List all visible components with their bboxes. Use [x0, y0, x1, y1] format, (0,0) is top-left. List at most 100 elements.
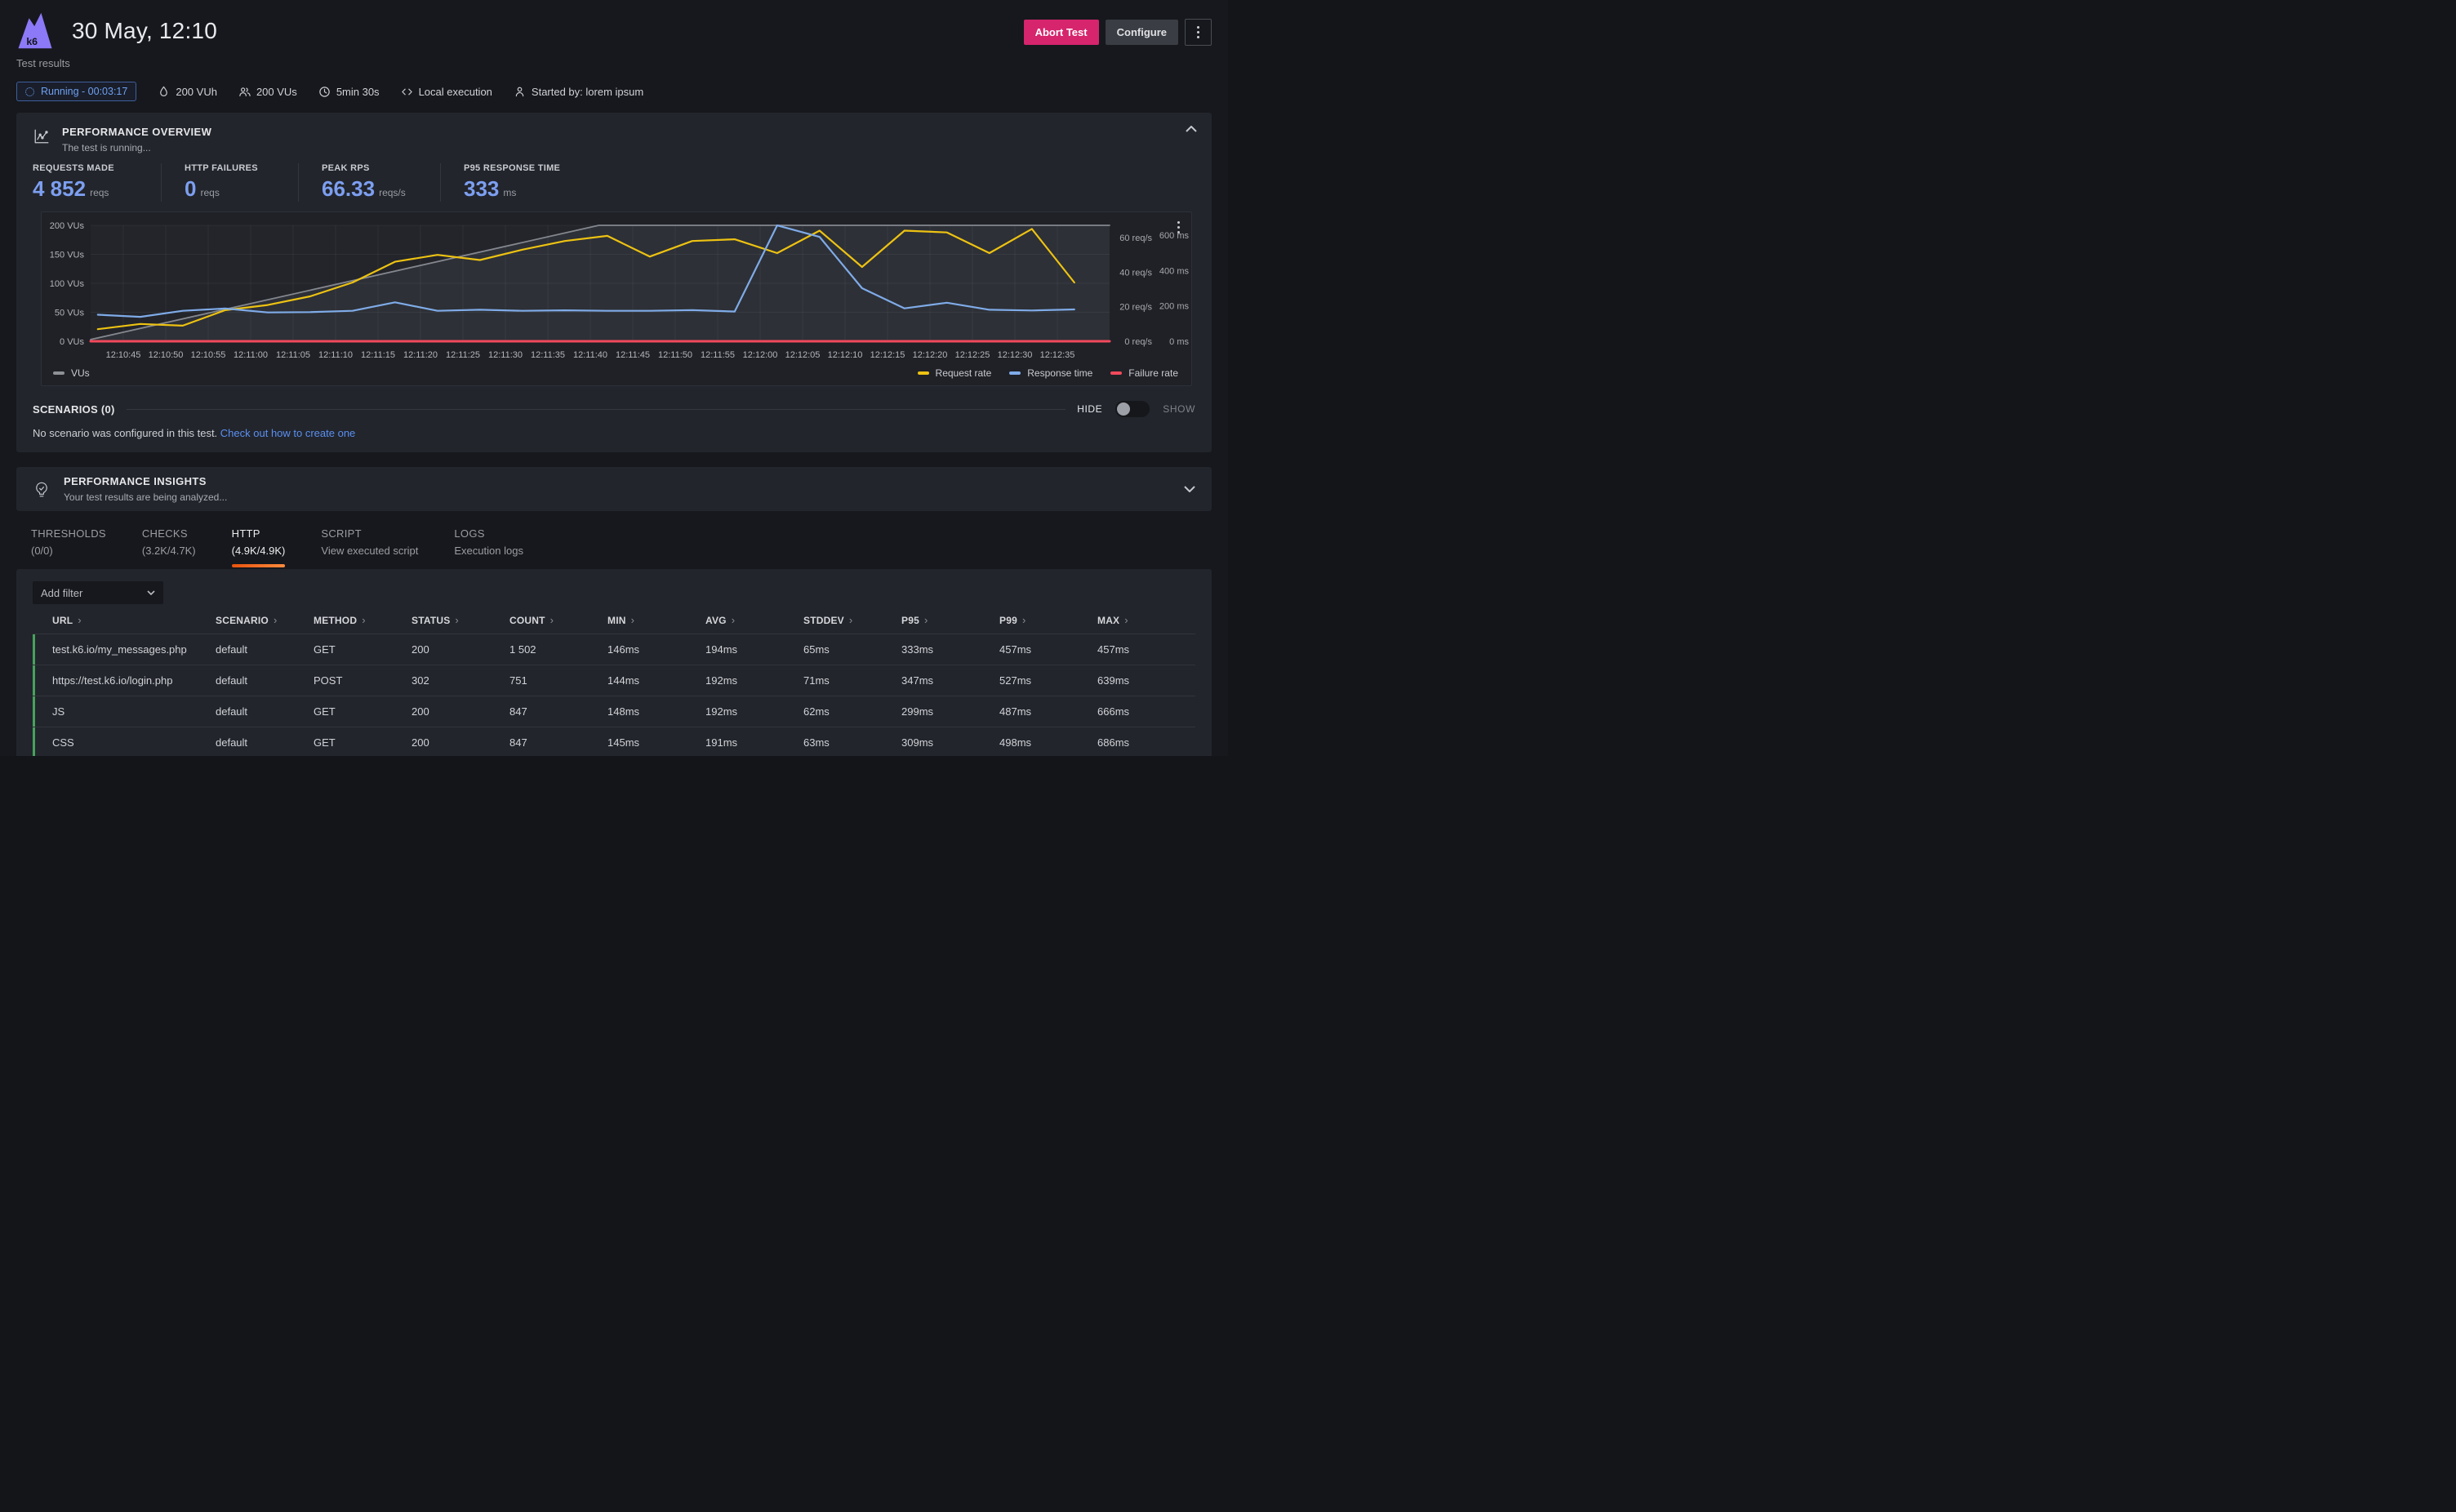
sort-chevron-icon: › [455, 614, 459, 626]
insights-subtitle: Your test results are being analyzed... [64, 491, 227, 503]
spinner-icon [25, 87, 34, 96]
chevron-down-icon [147, 590, 155, 595]
legend-swatch [918, 371, 929, 375]
sort-chevron-icon: › [274, 614, 278, 626]
tab-underline [232, 564, 286, 567]
tab-underline [454, 564, 523, 567]
chart-legend: VUs Request rate Response time Failure rat… [42, 364, 1191, 384]
http-results-panel: Add filter URL›SCENARIO›METHOD›STATUS›CO… [16, 569, 1212, 756]
tab-underline [321, 564, 418, 567]
column-header-p95[interactable]: P95› [901, 614, 999, 626]
svg-text:0 VUs: 0 VUs [60, 337, 84, 347]
svg-text:12:11:40: 12:11:40 [573, 350, 607, 360]
performance-overview-panel: PERFORMANCE OVERVIEW The test is running… [16, 113, 1212, 452]
k6-logo-icon: k6 [16, 11, 54, 50]
tab-thresholds[interactable]: THRESHOLDS(0/0) [31, 527, 106, 567]
svg-text:50 VUs: 50 VUs [55, 309, 85, 318]
scenarios-header: SCENARIOS (0) HIDE SHOW [33, 401, 1195, 417]
insights-title: PERFORMANCE INSIGHTS [64, 475, 227, 487]
kebab-icon [1177, 221, 1180, 224]
svg-text:12:11:10: 12:11:10 [318, 350, 353, 360]
users-icon [238, 86, 251, 98]
column-header-avg[interactable]: AVG› [705, 614, 803, 626]
stat-http-failures: HTTP FAILURES0reqs [185, 163, 299, 202]
running-status-label: Running - 00:03:17 [41, 86, 127, 97]
sort-chevron-icon: › [550, 614, 554, 626]
svg-text:12:11:30: 12:11:30 [488, 350, 523, 360]
chevron-up-icon [1186, 126, 1197, 132]
results-tabs: THRESHOLDS(0/0) CHECKS(3.2K/4.7K) HTTP(4.9… [31, 527, 1212, 567]
svg-text:12:11:25: 12:11:25 [446, 350, 480, 360]
legend-item-vus[interactable]: VUs [53, 367, 90, 379]
tab-underline [31, 564, 106, 567]
tab-http[interactable]: HTTP(4.9K/4.9K) [232, 527, 286, 567]
sort-chevron-icon: › [1124, 614, 1128, 626]
svg-text:12:12:15: 12:12:15 [870, 350, 905, 360]
svg-text:k6: k6 [26, 36, 38, 47]
sort-chevron-icon: › [924, 614, 928, 626]
table-row[interactable]: https://test.k6.io/login.phpdefaultPOST3… [33, 665, 1195, 696]
svg-text:12:11:45: 12:11:45 [616, 350, 650, 360]
column-header-stddev[interactable]: STDDEV› [803, 614, 901, 626]
create-scenario-link[interactable]: Check out how to create one [220, 427, 356, 439]
svg-text:0 ms: 0 ms [1169, 337, 1189, 347]
column-header-method[interactable]: METHOD› [314, 614, 412, 626]
column-header-min[interactable]: MIN› [607, 614, 705, 626]
table-row[interactable]: JSdefaultGET200847148ms192ms62ms299ms487… [33, 696, 1195, 727]
column-header-count[interactable]: COUNT› [509, 614, 607, 626]
stat-p95-response-time: P95 RESPONSE TIME333ms [464, 163, 583, 202]
tab-underline [142, 564, 196, 567]
svg-text:12:12:30: 12:12:30 [998, 350, 1033, 360]
column-header-url[interactable]: URL› [52, 614, 216, 626]
flame-icon [158, 86, 170, 98]
status-item-user: Started by: lorem ipsum [514, 86, 643, 98]
running-status-badge: Running - 00:03:17 [16, 82, 136, 101]
svg-text:40 req/s: 40 req/s [1119, 268, 1152, 278]
overview-chart[interactable]: 12:10:4512:10:5012:10:5512:11:0012:11:05… [42, 219, 1191, 364]
column-header-scenario[interactable]: SCENARIO› [216, 614, 314, 626]
column-header-status[interactable]: STATUS› [412, 614, 509, 626]
svg-text:20 req/s: 20 req/s [1119, 303, 1152, 313]
expand-insights-button[interactable] [1184, 486, 1195, 492]
status-item-flame: 200 VUh [158, 86, 217, 98]
overview-subtitle: The test is running... [62, 142, 211, 153]
svg-text:12:11:35: 12:11:35 [531, 350, 565, 360]
status-item-users: 200 VUs [238, 86, 297, 98]
performance-insights-panel: PERFORMANCE INSIGHTS Your test results a… [16, 467, 1212, 511]
divider [127, 409, 1066, 410]
column-header-p99[interactable]: P99› [999, 614, 1097, 626]
legend-item-request-rate[interactable]: Request rate [918, 367, 992, 379]
table-row[interactable]: test.k6.io/my_messages.phpdefaultGET2001… [33, 634, 1195, 665]
brand-row: k6 30 May, 12:10 [16, 11, 217, 50]
svg-text:12:11:05: 12:11:05 [276, 350, 310, 360]
scenarios-title: SCENARIOS (0) [33, 403, 115, 416]
page-subtitle: Test results [16, 57, 217, 69]
sort-chevron-icon: › [849, 614, 853, 626]
tab-checks[interactable]: CHECKS(3.2K/4.7K) [142, 527, 196, 567]
scenarios-toggle[interactable] [1115, 401, 1150, 417]
stat-requests-made: REQUESTS MADE4 852reqs [33, 163, 162, 202]
tab-script[interactable]: SCRIPTView executed script [321, 527, 418, 567]
overview-chart-card: 12:10:4512:10:5012:10:5512:11:0012:11:05… [41, 211, 1192, 386]
svg-text:100 VUs: 100 VUs [50, 279, 85, 289]
svg-text:60 req/s: 60 req/s [1119, 233, 1152, 243]
scenarios-show-label: SHOW [1163, 403, 1195, 415]
lightbulb-icon [33, 481, 51, 499]
status-item-code: Local execution [401, 86, 492, 98]
more-options-button[interactable] [1185, 19, 1212, 46]
svg-text:200 ms: 200 ms [1159, 302, 1190, 312]
chart-menu-button[interactable] [1176, 220, 1181, 235]
add-filter-dropdown[interactable]: Add filter [33, 581, 163, 604]
svg-text:12:12:35: 12:12:35 [1040, 350, 1075, 360]
column-header-max[interactable]: MAX› [1097, 614, 1195, 626]
configure-button[interactable]: Configure [1106, 20, 1178, 45]
legend-item-failure-rate[interactable]: Failure rate [1110, 367, 1178, 379]
table-row[interactable]: CSSdefaultGET200847145ms191ms63ms309ms49… [33, 727, 1195, 756]
collapse-panel-button[interactable] [1186, 126, 1197, 132]
add-filter-label: Add filter [41, 587, 82, 599]
tab-logs[interactable]: LOGSExecution logs [454, 527, 523, 567]
legend-item-response-time[interactable]: Response time [1009, 367, 1092, 379]
abort-test-button[interactable]: Abort Test [1024, 20, 1099, 45]
page-title: 30 May, 12:10 [72, 18, 217, 44]
code-icon [401, 86, 413, 98]
